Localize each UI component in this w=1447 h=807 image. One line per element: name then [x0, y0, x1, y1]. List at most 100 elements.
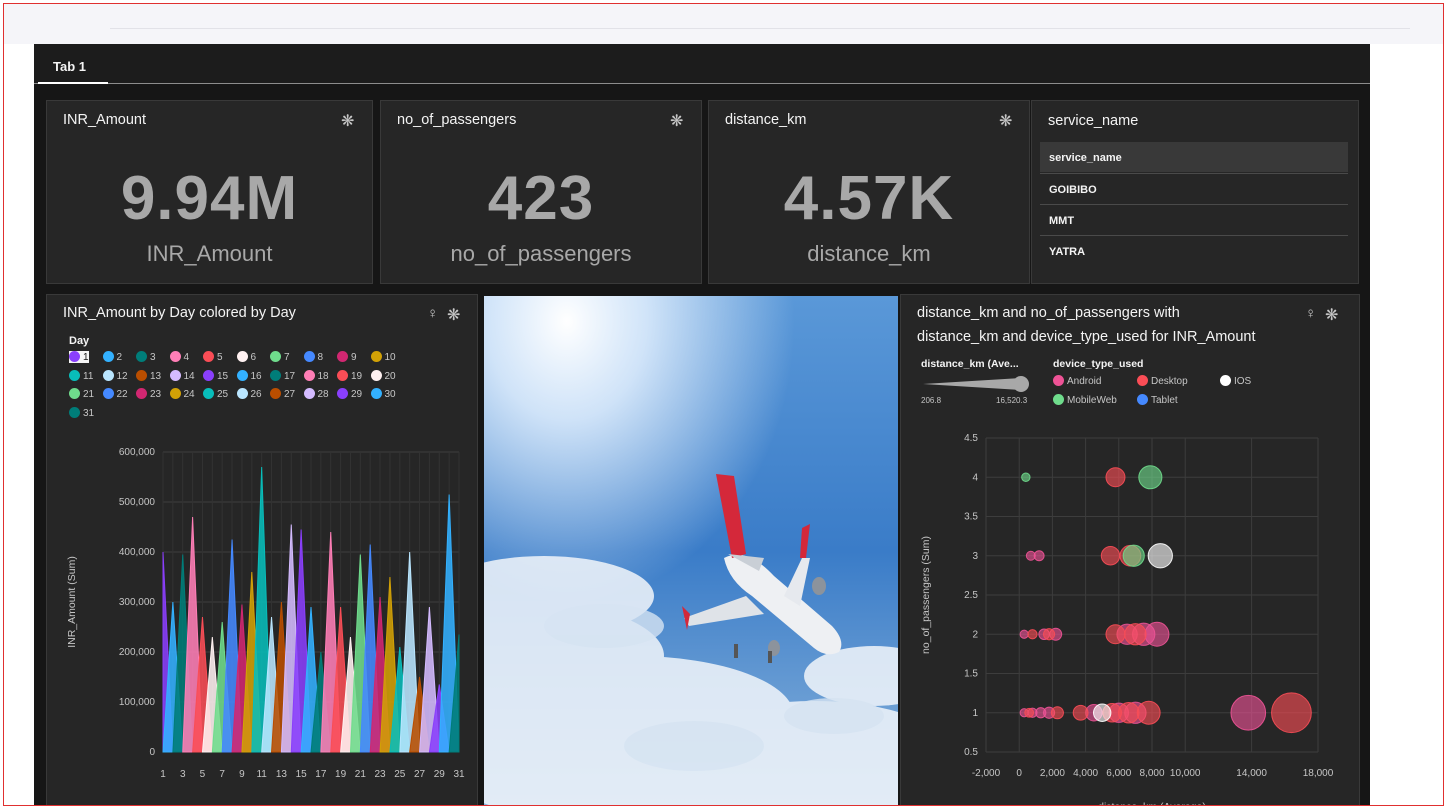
bubble-android — [1033, 550, 1045, 562]
bubble-desktop — [1043, 628, 1056, 641]
service-title: service_name — [1048, 113, 1139, 129]
kpi-value: 423 — [487, 164, 595, 233]
x-tick-label: 17 — [315, 769, 327, 780]
x-axis-title: Day — [302, 803, 321, 806]
x-tick-label: 31 — [453, 769, 465, 780]
gear-icon[interactable]: ❋ — [999, 111, 1012, 131]
service-item-mmt[interactable]: MMT — [1040, 204, 1348, 235]
tab-1[interactable]: Tab 1 — [38, 52, 108, 84]
x-tick-label: 29 — [434, 769, 446, 780]
y-tick-label: 2 — [972, 629, 978, 640]
scatter-plot: 0.5 1 1.5 2 2.5 3 3.5 4 4.5 -2,000 0 2,000 4,000 6,00… — [920, 433, 1334, 806]
kpi-label: distance_km — [807, 241, 931, 266]
x-tick-label: 6,000 — [1106, 768, 1131, 779]
x-tick-label: 9 — [239, 769, 245, 780]
bubble-desktop — [1117, 701, 1140, 724]
x-tick-label: 1 — [160, 769, 166, 780]
x-tick-label: 4,000 — [1073, 768, 1098, 779]
y-tick-label: 3.5 — [964, 512, 978, 523]
y-tick-label: 600,000 — [119, 447, 156, 458]
bubble-android — [1019, 629, 1029, 639]
kpi-title: INR_Amount — [63, 112, 147, 128]
y-tick-label: 0 — [149, 747, 155, 758]
kpi-value: 9.94M — [120, 164, 299, 233]
x-tick-label: 15 — [296, 769, 308, 780]
x-tick-label: 25 — [394, 769, 406, 780]
y-axis-title: no_of_passengers (Sum) — [920, 536, 932, 654]
y-tick-label: 200,000 — [119, 647, 156, 658]
y-tick-label: 4.5 — [964, 433, 978, 444]
y-tick-label: 2.5 — [964, 590, 978, 601]
y-tick-label: 1.5 — [964, 669, 978, 680]
x-tick-label: 10,000 — [1170, 768, 1201, 779]
bubble-desktop — [1100, 546, 1121, 566]
bubble-desktop — [1050, 706, 1064, 720]
x-tick-label: 2,000 — [1040, 768, 1065, 779]
bubble-desktop — [1105, 624, 1126, 645]
gear-icon[interactable]: ❋ — [341, 111, 354, 131]
x-tick-label: 13 — [276, 769, 288, 780]
kpi-card-passengers[interactable]: no_of_passengers ❋ 423 no_of_passengers — [380, 100, 702, 284]
bubble-android — [1144, 621, 1170, 647]
bubble-desktop — [1072, 704, 1089, 721]
x-tick-label: 19 — [335, 769, 347, 780]
y-tick-label: 0.5 — [964, 747, 978, 758]
kpi-card-distance[interactable]: distance_km ❋ 4.57K distance_km — [708, 100, 1030, 284]
airplane-image — [484, 296, 898, 805]
y-tick-label: 300,000 — [119, 597, 156, 608]
bubble-android — [1230, 694, 1267, 731]
bubble-mobileweb — [1021, 472, 1031, 482]
bubble-desktop — [1136, 700, 1161, 725]
kpi-label: no_of_passengers — [450, 241, 632, 266]
kpi-value: 4.57K — [783, 164, 955, 233]
top-divider — [110, 28, 1410, 29]
scatter-chart-card: distance_km and no_of_passengers with di… — [900, 294, 1360, 806]
kpi-card-inr-amount[interactable]: INR_Amount ❋ 9.94M INR_Amount — [46, 100, 373, 284]
x-tick-label: 27 — [414, 769, 426, 780]
area-chart: 0 100,000 200,000 300,000 400,000 500,000 600,… — [66, 447, 465, 806]
x-tick-label: 14,000 — [1236, 768, 1267, 779]
tab-bar: Tab 1 — [34, 44, 1370, 84]
x-tick-label: -2,000 — [972, 768, 1001, 779]
x-tick-label: 5 — [200, 769, 206, 780]
screenshot-frame: Tab 1 INR_Amount ❋ 9.94M INR_Amount no_o… — [3, 3, 1444, 806]
y-tick-label: 500,000 — [119, 497, 156, 508]
day-chart-card: INR_Amount by Day colored by Day ♀ ❋ Day… — [46, 294, 478, 806]
kpi-label: INR_Amount — [146, 241, 273, 266]
bubble-mobileweb — [1138, 465, 1163, 490]
y-axis-title: INR_Amount (Sum) — [66, 556, 78, 648]
bubble-desktop — [1105, 467, 1126, 488]
bubble-desktop — [1124, 623, 1147, 646]
airplane-photo — [484, 296, 898, 805]
y-tick-label: 100,000 — [119, 697, 156, 708]
bubble-mobileweb — [1122, 544, 1145, 567]
bubble-ios — [1092, 703, 1112, 722]
y-tick-label: 1 — [972, 708, 978, 719]
x-tick-label: 0 — [1016, 768, 1022, 779]
x-tick-label: 8,000 — [1139, 768, 1164, 779]
x-tick-label: 21 — [355, 769, 367, 780]
browser-top-strip — [4, 4, 1443, 44]
service-list-card: service_name service_name GOIBIBO MMT YA… — [1031, 100, 1359, 284]
service-item-yatra[interactable]: YATRA — [1040, 235, 1348, 266]
x-tick-label: 11 — [256, 769, 267, 780]
y-tick-label: 4 — [972, 472, 978, 483]
x-tick-label: 3 — [180, 769, 186, 780]
bubble-desktop — [1271, 692, 1312, 734]
x-tick-label: 23 — [375, 769, 387, 780]
x-axis-title: distance_km (Average) — [1098, 801, 1206, 806]
kpi-title: distance_km — [725, 112, 807, 128]
bubble-desktop — [1024, 707, 1035, 718]
service-item-goibibo[interactable]: GOIBIBO — [1040, 173, 1348, 204]
right-margin — [1369, 44, 1443, 805]
bubble-ios — [1147, 543, 1173, 569]
y-tick-label: 400,000 — [119, 547, 156, 558]
x-tick-label: 18,000 — [1303, 768, 1334, 779]
bubble-desktop — [1027, 629, 1038, 640]
y-tick-label: 3 — [972, 551, 978, 562]
kpi-title: no_of_passengers — [397, 112, 517, 128]
dashboard: Tab 1 INR_Amount ❋ 9.94M INR_Amount no_o… — [34, 44, 1370, 806]
service-list-header[interactable]: service_name — [1040, 142, 1348, 172]
x-tick-label: 7 — [219, 769, 225, 780]
gear-icon[interactable]: ❋ — [670, 111, 683, 131]
